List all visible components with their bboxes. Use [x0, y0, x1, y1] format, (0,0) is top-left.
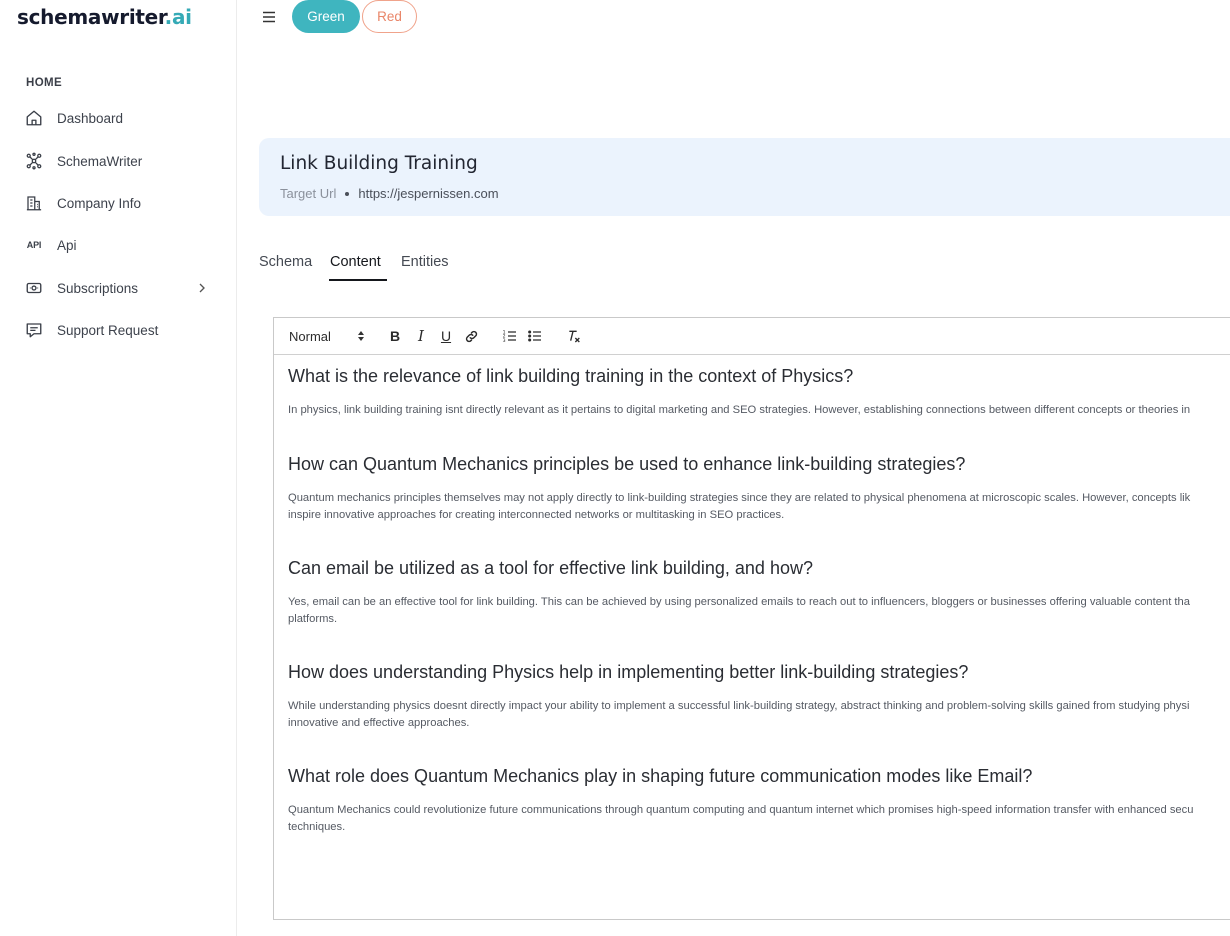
sidebar-item-label: SchemaWriter	[57, 153, 143, 169]
separator-dot	[345, 191, 350, 196]
sidebar-item-label: Support Request	[57, 322, 159, 338]
tab-schema[interactable]: Schema	[259, 254, 312, 270]
home-icon	[24, 108, 44, 128]
faq-question: What is the relevance of link building t…	[288, 366, 854, 386]
network-icon	[24, 151, 44, 171]
faq-answer: Yes, email can be an effective tool for …	[288, 594, 1190, 628]
sidebar-item-support-request[interactable]: Support Request	[24, 315, 224, 345]
faq-question: How can Quantum Mechanics principles be …	[288, 454, 966, 474]
faq-question: How does understanding Physics help in i…	[288, 662, 969, 682]
sidebar-item-label: Dashboard	[57, 110, 124, 126]
faq-section: Can email be utilized as a tool for effe…	[288, 558, 1190, 628]
active-tab-indicator	[329, 279, 387, 281]
red-button[interactable]: Red	[362, 0, 417, 33]
green-button[interactable]: Green	[292, 0, 360, 33]
select-arrows-icon	[357, 330, 365, 342]
target-url-label: Target Url	[280, 186, 337, 201]
menu-icon[interactable]	[260, 8, 278, 26]
sidebar-item-label: Subscriptions	[57, 280, 139, 296]
answer-line: Quantum Mechanics could revolutionize fu…	[288, 804, 1194, 816]
faq-answer: While understanding physics doesnt direc…	[288, 698, 1189, 732]
sidebar-item-label: Api	[57, 237, 77, 253]
faq-answer: In physics, link building training isnt …	[288, 402, 1190, 419]
faq-answer: Quantum mechanics principles themselves …	[288, 490, 1190, 524]
format-select[interactable]: Normal	[289, 327, 367, 345]
ordered-list-icon[interactable]: 123	[501, 327, 519, 345]
faq-section: How does understanding Physics help in i…	[288, 662, 1189, 732]
tab-entities[interactable]: Entities	[401, 254, 449, 270]
faq-answer: Quantum Mechanics could revolutionize fu…	[288, 802, 1193, 836]
sidebar-item-company-info[interactable]: Company Info	[24, 188, 224, 218]
chevron-right-icon[interactable]	[194, 280, 210, 296]
sidebar-item-schemawriter[interactable]: SchemaWriter	[24, 146, 224, 176]
italic-button[interactable]: I	[412, 327, 430, 345]
answer-line: techniques.	[288, 821, 346, 833]
sidebar-item-subscriptions[interactable]: Subscriptions	[24, 273, 224, 303]
page-title: Link Building Training	[280, 153, 478, 174]
faq-question: Can email be utilized as a tool for effe…	[288, 558, 813, 578]
svg-text:3: 3	[503, 338, 506, 344]
answer-line: inspire innovative approaches for creati…	[288, 509, 785, 521]
link-icon[interactable]	[462, 327, 480, 345]
answer-line: Yes, email can be an effective tool for …	[288, 596, 1190, 608]
building-icon	[24, 193, 44, 213]
bullet-list-icon[interactable]	[526, 327, 544, 345]
subscription-icon	[24, 278, 44, 298]
sidebar-item-dashboard[interactable]: Dashboard	[24, 103, 224, 133]
editor-toolbar: Normal B I U 123	[274, 318, 1230, 355]
faq-section: How can Quantum Mechanics principles be …	[288, 454, 1190, 524]
sidebar-item-api[interactable]: API Api	[24, 230, 224, 260]
logo-main: schemawriter	[17, 5, 165, 29]
sidebar: schemawriter.ai HOME Dashboard SchemaWri…	[0, 0, 237, 936]
answer-line: innovative and effective approaches.	[288, 717, 470, 729]
sidebar-item-label: Company Info	[57, 195, 142, 211]
clear-formatting-icon[interactable]	[565, 327, 583, 345]
format-select-value: Normal	[289, 328, 331, 344]
logo-accent: .ai	[164, 5, 192, 29]
api-icon: API	[26, 240, 42, 250]
answer-line: While understanding physics doesnt direc…	[288, 700, 1190, 712]
faq-section: What is the relevance of link building t…	[288, 366, 1190, 419]
logo[interactable]: schemawriter.ai	[17, 5, 192, 29]
tab-content[interactable]: Content	[330, 254, 381, 270]
bold-button[interactable]: B	[386, 327, 404, 345]
rich-text-editor[interactable]: Normal B I U 123 What is the relevance o…	[273, 317, 1230, 920]
page-header-card: Link Building Training Target Url https:…	[259, 138, 1230, 216]
faq-section: What role does Quantum Mechanics play in…	[288, 766, 1193, 836]
message-icon	[24, 320, 44, 340]
answer-line: Quantum mechanics principles themselves …	[288, 492, 1191, 504]
nav-heading-home: HOME	[26, 77, 63, 89]
answer-line: platforms.	[288, 613, 338, 625]
answer-line: In physics, link building training isnt …	[288, 404, 1191, 416]
faq-question: What role does Quantum Mechanics play in…	[288, 766, 1033, 786]
underline-button[interactable]: U	[437, 327, 455, 345]
target-url-value[interactable]: https://jespernissen.com	[358, 186, 498, 201]
target-url-meta: Target Url https://jespernissen.com	[280, 186, 499, 201]
